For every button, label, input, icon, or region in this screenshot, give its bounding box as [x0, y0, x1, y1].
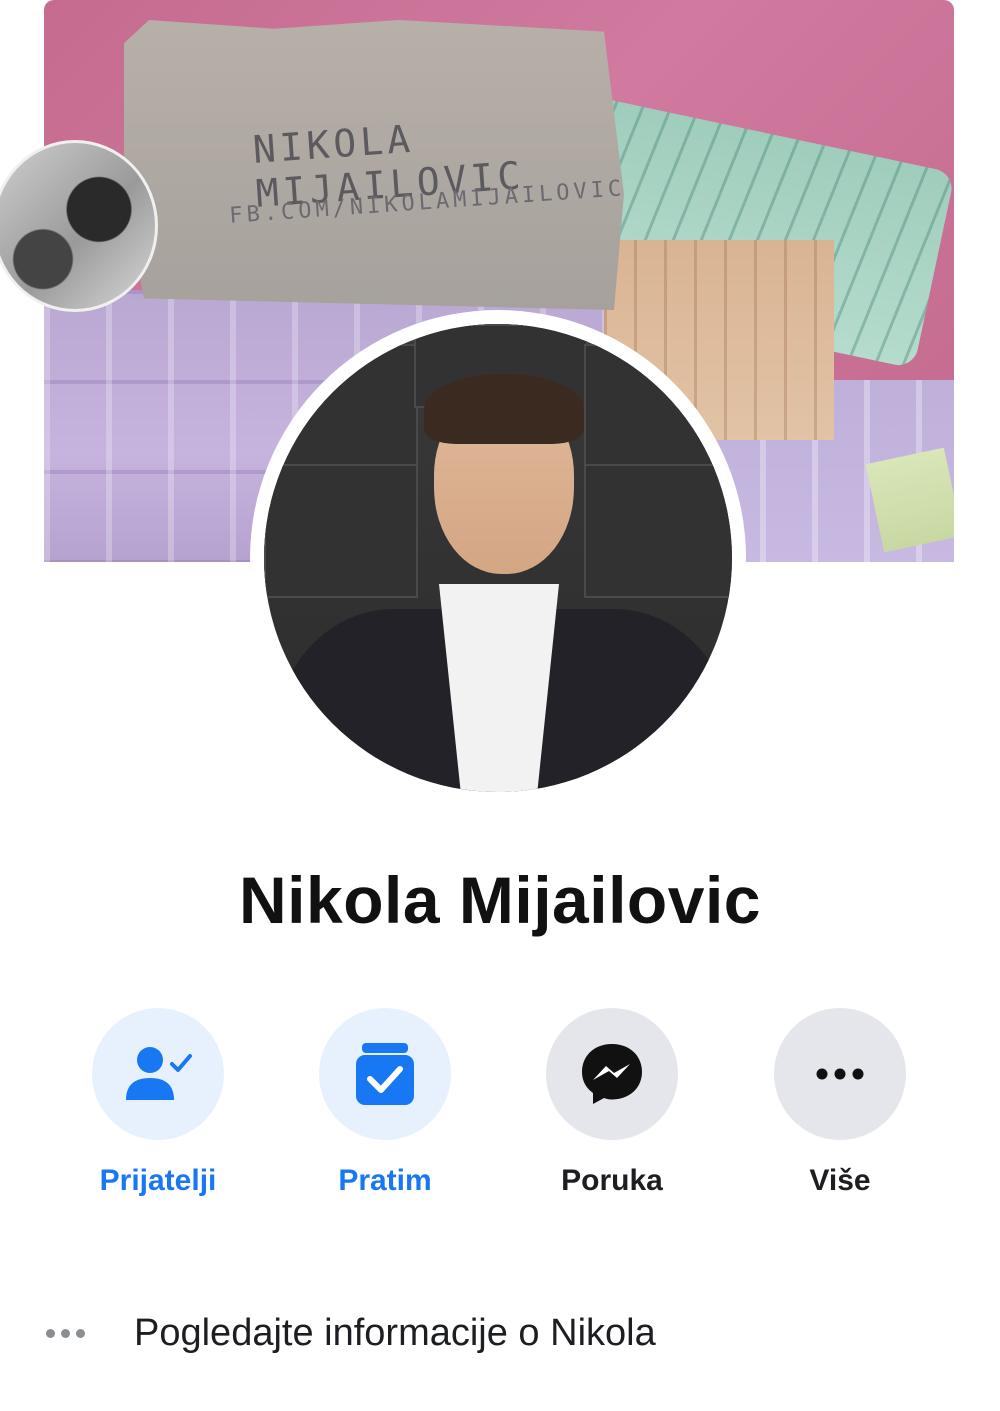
more-button-label: Više [809, 1164, 871, 1197]
wall-tile [584, 344, 732, 468]
wall-tile [264, 344, 418, 468]
hair [424, 374, 584, 444]
jacket-left [274, 609, 474, 792]
following-button-label: Pratim [338, 1164, 432, 1197]
profile-actions: Prijatelji Pratim Poruka Više [0, 1008, 1000, 1208]
cardboard-sign: NIKOLA MIJAILOVIC FB.COM/NIKOLAMIJAILOVI… [124, 20, 624, 310]
following-check-icon [356, 1043, 414, 1105]
profile-name: Nikola Mijailovic [239, 863, 761, 937]
profile-avatar[interactable] [264, 324, 732, 792]
more-button[interactable]: Više [745, 1008, 935, 1198]
following-button-circle[interactable] [319, 1008, 451, 1140]
wall-tile [584, 464, 732, 598]
message-button-label: Poruka [561, 1164, 663, 1197]
messenger-icon [582, 1044, 642, 1104]
wall-tile [264, 464, 418, 598]
following-button[interactable]: Pratim [290, 1008, 480, 1198]
ellipsis-icon [46, 1328, 94, 1338]
friends-button[interactable]: Prijatelji [63, 1008, 253, 1198]
friends-button-circle[interactable] [92, 1008, 224, 1140]
jacket-right [534, 609, 732, 792]
message-button-circle[interactable] [546, 1008, 678, 1140]
more-dots-icon [816, 1068, 864, 1080]
more-button-circle[interactable] [774, 1008, 906, 1140]
friends-check-icon [126, 1047, 192, 1100]
about-info-text: Pogledajte informacije o Nikola [134, 1311, 656, 1354]
message-button[interactable]: Poruka [517, 1008, 707, 1198]
friends-button-label: Prijatelji [99, 1164, 217, 1197]
about-info-link[interactable]: Pogledajte informacije o Nikola [46, 1308, 656, 1358]
